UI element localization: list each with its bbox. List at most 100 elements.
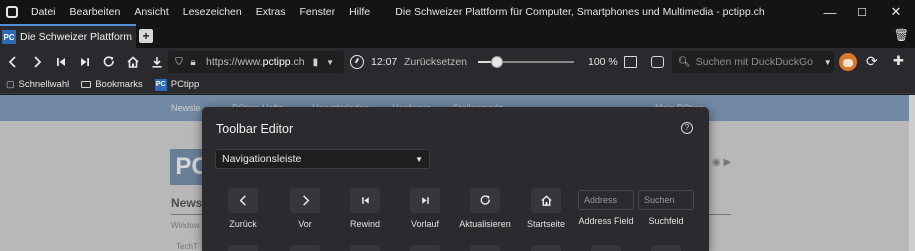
toolbar-select[interactable]: Navigationsleiste ▼ xyxy=(215,149,430,169)
home-icon xyxy=(540,195,552,206)
minimize-button[interactable]: — xyxy=(813,0,847,24)
closed-tabs-trash-icon[interactable]: 🗑 xyxy=(894,28,909,42)
bookmark-label: PCtipp xyxy=(170,79,200,90)
window-panel-icon[interactable] xyxy=(651,56,664,68)
toolbar-item-forward[interactable]: Vor xyxy=(274,188,336,229)
toolbar-item-button[interactable] xyxy=(228,245,258,251)
close-button[interactable]: ✕ xyxy=(879,0,913,24)
back-button[interactable] xyxy=(2,51,24,73)
search-dropdown-icon[interactable]: ▼ xyxy=(824,58,832,67)
toolbar-item-button[interactable] xyxy=(531,188,561,213)
menu-datei[interactable]: Datei xyxy=(24,0,63,24)
toolbar-item-fast-forward[interactable]: Vorlauf xyxy=(394,188,456,229)
toolbar-item-button[interactable] xyxy=(290,188,320,213)
download-button[interactable] xyxy=(146,51,168,73)
toolbar-item-button[interactable] xyxy=(410,188,440,213)
toolbar-item-button[interactable] xyxy=(350,188,380,213)
window-title: Die Schweizer Plattform für Computer, Sm… xyxy=(395,6,765,18)
menu-lesezeichen[interactable]: Lesezeichen xyxy=(176,0,249,24)
bookmark-pctipp[interactable]: PC PCtipp xyxy=(154,78,200,91)
maximize-button[interactable]: ☐ xyxy=(845,0,879,24)
help-icon[interactable]: ? xyxy=(681,122,693,134)
toolbar-item-button[interactable] xyxy=(410,245,440,251)
menu-fenster[interactable]: Fenster xyxy=(292,0,342,24)
dialog-title: Toolbar Editor xyxy=(216,122,294,136)
toolbar-item-back[interactable]: Zurück xyxy=(212,188,274,229)
zoom-level: 100 % xyxy=(588,56,618,68)
zoom-reset-button[interactable]: Zurücksetzen xyxy=(404,48,467,76)
pctipp-favicon-icon: PC xyxy=(154,78,167,91)
toolbar-item-button[interactable] xyxy=(591,245,621,251)
title-bar: Datei Bearbeiten Ansicht Lesezeichen Ext… xyxy=(0,0,915,24)
toolbar-item-button[interactable] xyxy=(228,188,258,213)
shield-icon[interactable]: ⛉ xyxy=(172,57,186,68)
home-icon xyxy=(127,56,139,68)
rewind-icon xyxy=(57,58,65,66)
back-icon xyxy=(239,195,246,206)
bookmark-schnellwahl[interactable]: ▢ Schnellwahl xyxy=(6,79,69,90)
menu-bearbeiten[interactable]: Bearbeiten xyxy=(63,0,128,24)
address-field-preview[interactable]: Address xyxy=(578,190,634,210)
toolbar-item-label: Suchfeld xyxy=(648,216,684,226)
fast-forward-button[interactable] xyxy=(74,51,96,73)
tab-pctipp[interactable]: PC Die Schweizer Plattform für xyxy=(0,24,136,48)
toolbar-item-label: Address Field xyxy=(578,216,634,226)
toolbar-item-button[interactable] xyxy=(290,245,320,251)
zoom-slider[interactable] xyxy=(478,56,574,68)
bookmark-label: Bookmarks xyxy=(95,79,143,90)
toolbar-editor-dialog: Toolbar Editor ? Navigationsleiste ▼ Zur… xyxy=(202,107,709,251)
address-field[interactable]: ⛉ 🔒︎ https://www.pctipp.ch ▮ ▼ xyxy=(168,51,344,73)
forward-icon xyxy=(302,195,309,206)
toolbar-item-home[interactable]: Startseite xyxy=(515,188,577,229)
toolbar-item-button[interactable] xyxy=(350,245,380,251)
page-scrollbar[interactable] xyxy=(909,95,915,251)
toolbar-item-label: Aktualisieren xyxy=(459,219,511,229)
folder-icon xyxy=(81,81,92,88)
sync-icon[interactable]: ⟳ xyxy=(866,53,878,70)
search-icon[interactable]: 🔍︎ xyxy=(678,57,691,68)
rewind-button[interactable] xyxy=(50,51,72,73)
bookmarks-bar: ▢ Schnellwahl Bookmarks PC PCtipp xyxy=(0,76,915,94)
tab-title: Die Schweizer Plattform für xyxy=(20,31,132,43)
forward-button[interactable] xyxy=(26,51,48,73)
toolbar-item-rewind[interactable]: Rewind xyxy=(334,188,396,229)
toolbar-item-button[interactable] xyxy=(531,245,561,251)
menu-extras[interactable]: Extras xyxy=(249,0,293,24)
clock-icon[interactable] xyxy=(350,55,364,69)
menu-hilfe[interactable]: Hilfe xyxy=(342,0,377,24)
toolbar-item-button[interactable] xyxy=(651,245,681,251)
chevron-down-icon: ▼ xyxy=(415,154,423,164)
new-tab-button[interactable]: + xyxy=(139,29,153,43)
extensions-puzzle-icon[interactable]: ✚ xyxy=(893,53,904,69)
bookmark-icon[interactable]: ▮ xyxy=(313,57,319,68)
search-input[interactable] xyxy=(695,56,826,68)
toolbar-item-search-field[interactable]: Suchen Suchfeld xyxy=(635,188,697,226)
toolbar-item-button[interactable] xyxy=(470,245,500,251)
toolbar-item-label: Vorlauf xyxy=(410,219,440,229)
reader-view-icon[interactable] xyxy=(624,56,637,68)
bookmark-label: Schnellwahl xyxy=(18,79,70,90)
bookmark-bookmarks-folder[interactable]: Bookmarks xyxy=(81,79,143,90)
lock-icon[interactable]: 🔒︎ xyxy=(186,57,200,68)
speed-dial-icon: ▢ xyxy=(6,79,15,89)
rewind-icon xyxy=(361,197,369,204)
vivaldi-menu-icon[interactable] xyxy=(0,0,24,24)
fast-forward-icon xyxy=(81,58,89,66)
toolbar-select-value: Navigationsleiste xyxy=(222,153,302,165)
clock-text[interactable]: 12:07 xyxy=(371,48,397,76)
url-prefix: https://www. xyxy=(206,56,263,68)
download-icon xyxy=(152,57,162,68)
toolbar-item-reload[interactable]: Aktualisieren xyxy=(454,188,516,229)
zoom-slider-handle[interactable] xyxy=(491,56,504,68)
toolbar-item-label: Zurück xyxy=(229,219,257,229)
url-dropdown-icon[interactable]: ▼ xyxy=(326,58,334,67)
toolbar-item-address-field[interactable]: Address Address Field xyxy=(575,188,637,226)
search-field[interactable]: 🔍︎ ▼ xyxy=(672,51,834,73)
home-button[interactable] xyxy=(122,51,144,73)
search-field-preview[interactable]: Suchen xyxy=(638,190,694,210)
reload-button[interactable] xyxy=(98,51,120,73)
menu-ansicht[interactable]: Ansicht xyxy=(127,0,175,24)
toolbar-item-button[interactable] xyxy=(470,188,500,213)
tab-strip: PC Die Schweizer Plattform für + 🗑 xyxy=(0,24,915,48)
extension-dog-icon[interactable] xyxy=(839,53,857,71)
